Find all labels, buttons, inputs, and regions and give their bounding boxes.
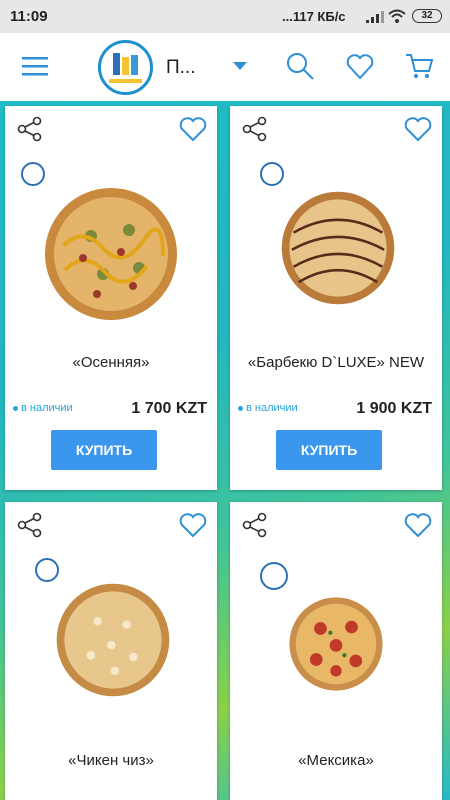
brand-badge-icon <box>260 162 284 186</box>
status-bar: 11:09 ...117 КБ/с 32 <box>0 0 450 33</box>
buy-button[interactable]: КУПИТЬ <box>276 430 382 470</box>
product-card[interactable]: «Чикен чиз» <box>5 502 217 800</box>
brand-badge-icon <box>35 558 59 582</box>
stock-status: в наличии <box>238 402 298 414</box>
logo-mark-icon <box>109 53 142 83</box>
product-card[interactable]: «Барбекю D`LUXE» NEW в наличии 1 900 KZT… <box>230 106 442 490</box>
share-icon[interactable] <box>242 116 268 142</box>
cart-icon[interactable] <box>404 51 434 81</box>
search-icon[interactable] <box>285 51 315 81</box>
share-icon[interactable] <box>17 116 43 142</box>
favorite-icon[interactable] <box>404 116 432 142</box>
share-icon[interactable] <box>242 512 268 538</box>
pizza-image <box>289 597 383 691</box>
product-price: 1 700 KZT <box>131 400 207 417</box>
pizza-image <box>281 191 395 305</box>
pizza-image <box>56 583 170 697</box>
category-title[interactable]: П... <box>166 57 196 79</box>
chevron-down-icon[interactable] <box>233 62 247 70</box>
product-name: «Осенняя» <box>72 354 150 371</box>
favorite-icon[interactable] <box>179 116 207 142</box>
product-name: «Чикен чиз» <box>68 752 154 769</box>
signal-icon <box>366 11 384 23</box>
pizza-image <box>45 188 177 320</box>
heart-icon[interactable] <box>345 51 375 81</box>
menu-icon[interactable] <box>22 56 48 76</box>
brand-badge-icon <box>21 162 45 186</box>
battery-icon: 32 <box>412 9 442 23</box>
stock-dot-icon <box>238 405 243 411</box>
network-speed: ...117 КБ/с <box>282 9 346 24</box>
brand-badge-icon <box>260 562 288 590</box>
share-icon[interactable] <box>17 512 43 538</box>
favorite-icon[interactable] <box>404 512 432 538</box>
buy-button[interactable]: КУПИТЬ <box>51 430 157 470</box>
stock-status: в наличии <box>13 402 73 414</box>
favorite-icon[interactable] <box>179 512 207 538</box>
wifi-icon <box>388 9 406 23</box>
status-time: 11:09 <box>10 8 48 25</box>
product-card[interactable]: «Мексика» <box>230 502 442 800</box>
product-card[interactable]: «Осенняя» в наличии 1 700 KZT КУПИТЬ <box>5 106 217 490</box>
brand-logo[interactable] <box>98 40 153 95</box>
stock-label: в наличии <box>246 402 298 414</box>
app-bar: П... <box>0 33 450 101</box>
product-name: «Мексика» <box>298 752 374 769</box>
stock-dot-icon <box>13 405 18 411</box>
stock-label: в наличии <box>21 402 73 414</box>
product-price: 1 900 KZT <box>356 400 432 417</box>
product-name: «Барбекю D`LUXE» NEW <box>247 354 425 371</box>
